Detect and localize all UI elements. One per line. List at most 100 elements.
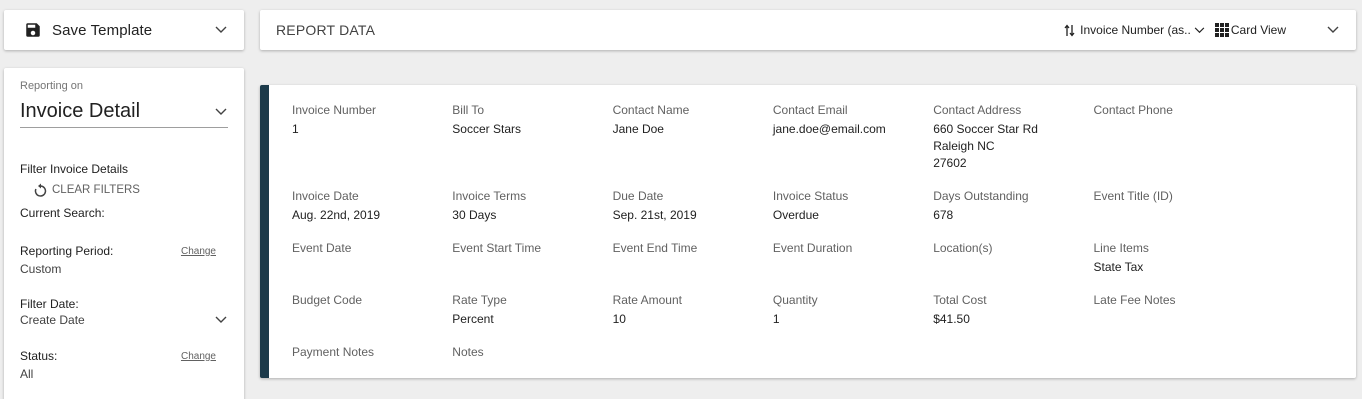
- report-type-value: Invoice Detail: [20, 100, 141, 122]
- detail-field: Rate Type Percent: [452, 293, 612, 345]
- detail-field-value: Jane Doe: [612, 122, 664, 136]
- detail-field: Contact Name Jane Doe: [613, 103, 773, 189]
- detail-field: Location(s): [933, 241, 1093, 293]
- view-toggle[interactable]: Card View: [1214, 23, 1286, 37]
- report-type-select[interactable]: Invoice Detail: [20, 100, 228, 128]
- detail-field-label: Event Duration: [772, 241, 853, 255]
- detail-field-value: $41.50: [933, 312, 970, 326]
- chevron-down-icon[interactable]: [1326, 23, 1340, 37]
- sort-dropdown[interactable]: Invoice Number (as..: [1064, 23, 1207, 37]
- detail-field-label: Contact Phone: [1093, 103, 1173, 117]
- detail-field-label: Line Items: [1093, 241, 1149, 255]
- save-template-button[interactable]: Save Template: [4, 10, 244, 50]
- reporting-period-change-link[interactable]: Change: [181, 246, 216, 257]
- detail-field-value: Sep. 21st, 2019: [612, 208, 697, 222]
- detail-field: Event Title (ID): [1093, 189, 1253, 241]
- view-label: Card View: [1230, 23, 1286, 37]
- detail-field-label: Rate Type: [452, 293, 507, 307]
- detail-field-label: Contact Email: [772, 103, 848, 117]
- detail-field: Event End Time: [613, 241, 773, 293]
- detail-field: Contact Address 660 Soccer Star Rd Raleig…: [933, 103, 1093, 189]
- detail-field: Payment Notes: [292, 345, 452, 385]
- detail-field: Invoice Status Overdue: [773, 189, 933, 241]
- detail-field: Rate Amount 10: [613, 293, 773, 345]
- detail-field-value: 678: [933, 208, 954, 222]
- detail-field-value: 10: [612, 312, 626, 326]
- filter-date-label: Filter Date:: [20, 297, 79, 311]
- detail-field-label: Event Start Time: [452, 241, 541, 255]
- detail-field: Contact Email jane.doe@email.com: [773, 103, 933, 189]
- detail-field-label: Rate Amount: [612, 293, 682, 307]
- detail-field: Event Date: [292, 241, 452, 293]
- clear-filters-button[interactable]: CLEAR FILTERS: [34, 183, 228, 197]
- detail-field: Quantity 1: [773, 293, 933, 345]
- current-search-label: Current Search:: [20, 206, 105, 220]
- detail-field-value: Percent: [452, 312, 494, 326]
- sort-label: Invoice Number (as..: [1080, 23, 1191, 37]
- detail-field: Line Items State Tax: [1093, 241, 1253, 293]
- sort-icon: [1064, 23, 1076, 37]
- detail-field: Due Date Sep. 21st, 2019: [613, 189, 773, 241]
- reporting-on-label: Reporting on: [20, 80, 83, 92]
- status-value: All: [20, 367, 34, 381]
- chevron-down-icon: [1193, 23, 1207, 37]
- detail-field-label: Event Date: [292, 241, 352, 255]
- detail-field: Budget Code: [292, 293, 452, 345]
- detail-field-label: Event End Time: [612, 241, 698, 255]
- detail-field: Contact Phone: [1093, 103, 1253, 189]
- page-title: REPORT DATA: [276, 22, 376, 38]
- detail-field-value: jane.doe@email.com: [772, 122, 886, 136]
- detail-field-label: Bill To: [452, 103, 485, 117]
- report-data-header: REPORT DATA Invoice Number (as.. Card Vi…: [260, 10, 1356, 50]
- detail-field-label: Budget Code: [292, 293, 363, 307]
- detail-field-label: Event Title (ID): [1093, 189, 1173, 203]
- detail-field-label: Late Fee Notes: [1093, 293, 1176, 307]
- detail-field-label: Notes: [452, 345, 484, 359]
- reporting-period-value: Custom: [20, 262, 62, 276]
- status-label: Status:: [20, 349, 58, 363]
- detail-field-label: Location(s): [933, 241, 993, 255]
- detail-field: Late Fee Notes: [1093, 293, 1253, 345]
- detail-field: Notes: [452, 345, 612, 385]
- detail-field-label: Contact Name: [612, 103, 690, 117]
- detail-field-value: 660 Soccer Star Rd Raleigh NC 27602: [933, 122, 1038, 170]
- detail-field-label: Invoice Number: [292, 103, 377, 117]
- undo-icon: [34, 183, 47, 197]
- detail-field-value: 1: [292, 122, 299, 136]
- status-change-link[interactable]: Change: [181, 351, 216, 362]
- detail-field: Event Duration: [773, 241, 933, 293]
- detail-field: Event Start Time: [452, 241, 612, 293]
- reporting-period-label: Reporting Period:: [20, 244, 114, 258]
- detail-field: Invoice Date Aug. 22nd, 2019: [292, 189, 452, 241]
- detail-field-label: Due Date: [612, 189, 664, 203]
- detail-field-value: Overdue: [772, 208, 819, 222]
- detail-field: Total Cost $41.50: [933, 293, 1093, 345]
- filter-heading: Filter Invoice Details: [20, 162, 129, 176]
- detail-field: Days Outstanding 678: [933, 189, 1093, 241]
- save-template-label: Save Template: [52, 21, 153, 39]
- detail-field-label: Contact Address: [933, 103, 1022, 117]
- detail-field: Invoice Terms 30 Days: [452, 189, 612, 241]
- chevron-down-icon[interactable]: [214, 23, 228, 37]
- detail-field-label: Invoice Status: [772, 189, 849, 203]
- reporting-period-row: Reporting Period: Change: [20, 244, 228, 258]
- detail-field-label: Total Cost: [933, 293, 987, 307]
- detail-field: Bill To Soccer Stars: [452, 103, 612, 189]
- filter-date-select[interactable]: Create Date: [20, 313, 228, 327]
- detail-field-value: 30 Days: [452, 208, 497, 222]
- detail-field: Invoice Number 1: [292, 103, 452, 189]
- save-icon: [24, 21, 42, 39]
- detail-field-value: 1: [772, 312, 780, 326]
- clear-filters-label: CLEAR FILTERS: [52, 184, 140, 196]
- detail-field-label: Invoice Terms: [452, 189, 527, 203]
- detail-grid: Invoice Number 1 Bill To Soccer Stars Contac…: [292, 103, 1356, 385]
- filter-sidebar: Reporting on Invoice Detail Filter Invoi…: [4, 68, 244, 399]
- detail-field-label: Quantity: [772, 293, 818, 307]
- detail-field-value: Soccer Stars: [452, 122, 521, 136]
- invoice-detail-card: Invoice Number 1 Bill To Soccer Stars Contac…: [260, 85, 1356, 378]
- detail-field-label: Payment Notes: [292, 345, 375, 359]
- status-row: Status: Change: [20, 349, 228, 363]
- detail-field-value: State Tax: [1093, 260, 1144, 274]
- detail-field-value: Aug. 22nd, 2019: [292, 208, 381, 222]
- detail-field-label: Days Outstanding: [933, 189, 1029, 203]
